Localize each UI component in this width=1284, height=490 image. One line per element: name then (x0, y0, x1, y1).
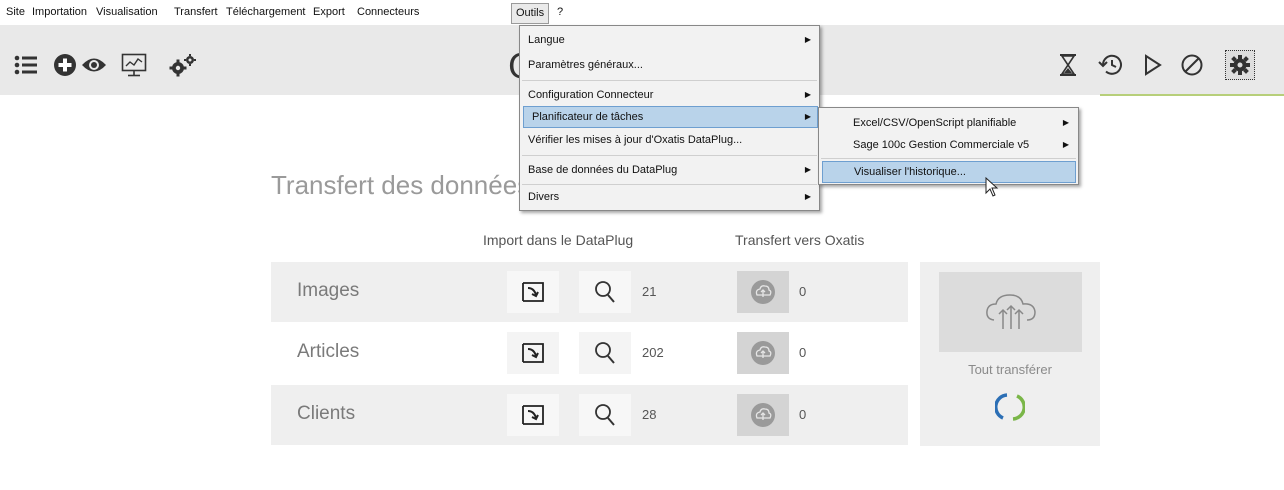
submenu-arrow-icon: ▶ (804, 90, 811, 99)
gears-icon[interactable] (169, 52, 197, 78)
menu-item-excel-csv[interactable]: Excel/CSV/OpenScript planifiable ▶ (847, 112, 1077, 134)
menu-item-configuration-connecteur[interactable]: Configuration Connecteur ▶ (520, 84, 819, 106)
menu-visualisation[interactable]: Visualisation (96, 2, 158, 23)
page-title: Transfert des données (271, 170, 531, 200)
menu-export[interactable]: Export (313, 2, 345, 23)
menu-item-divers[interactable]: Divers ▶ (520, 186, 819, 208)
menu-separator (522, 80, 817, 81)
history-icon[interactable] (1098, 52, 1124, 78)
transfer-count: 0 (799, 284, 807, 299)
row-clients: Clients 28 0 (271, 385, 908, 445)
menu-item-label: Configuration Connecteur (528, 89, 654, 101)
submenu-arrow-icon: ▶ (804, 35, 811, 44)
menu-item-langue[interactable]: Langue ▶ (520, 29, 819, 51)
menu-item-label: Planificateur de tâches (532, 111, 644, 123)
search-button[interactable] (579, 271, 631, 313)
row-images: Images 21 0 (271, 262, 908, 322)
column-header-import: Import dans le DataPlug (483, 232, 634, 248)
menu-item-visualiser-historique[interactable]: Visualiser l'historique... (822, 161, 1076, 183)
list-icon[interactable] (14, 52, 38, 78)
menu-telechargement[interactable]: Téléchargement (226, 2, 306, 23)
upload-cloud-button[interactable] (737, 332, 789, 374)
column-header-transfer: Transfert vers Oxatis (735, 232, 865, 248)
menu-transfert[interactable]: Transfert (174, 2, 218, 23)
menu-item-verifier-mises-a-jour[interactable]: Vérifier les mises à jour d'Oxatis DataP… (520, 129, 819, 151)
menu-help[interactable]: ? (557, 2, 563, 23)
menu-site[interactable]: Site (6, 2, 25, 23)
toolbar-accent-line (1100, 94, 1284, 96)
menu-item-label: Langue (528, 34, 565, 46)
import-button[interactable] (507, 271, 559, 313)
add-circle-icon[interactable] (53, 52, 77, 78)
cancel-icon[interactable] (1180, 52, 1204, 78)
submenu-arrow-icon: ▶ (804, 192, 811, 201)
transfer-count: 0 (799, 345, 807, 360)
import-button[interactable] (507, 394, 559, 436)
eye-icon[interactable] (81, 52, 107, 78)
row-label: Images (297, 280, 360, 301)
menu-connecteurs[interactable]: Connecteurs (357, 2, 419, 23)
mouse-cursor-icon (985, 176, 999, 202)
play-icon[interactable] (1143, 52, 1163, 78)
menu-separator (821, 158, 1076, 159)
upload-cloud-button[interactable] (737, 271, 789, 313)
menu-item-label: Base de données du DataPlug (528, 164, 678, 176)
search-button[interactable] (579, 332, 631, 374)
menu-item-label: Sage 100c Gestion Commerciale v5 (853, 139, 1030, 151)
import-count: 202 (642, 345, 664, 360)
menu-item-label: Vérifier les mises à jour d'Oxatis DataP… (528, 134, 743, 146)
cloud-upload-icon (985, 294, 1036, 329)
row-label: Articles (297, 341, 360, 362)
planificateur-submenu: Excel/CSV/OpenScript planifiable ▶ Sage … (818, 107, 1079, 185)
menu-item-planificateur[interactable]: Planificateur de tâches ▶ (523, 106, 818, 128)
search-button[interactable] (579, 394, 631, 436)
settings-icon[interactable] (1225, 50, 1255, 80)
transfer-all-button[interactable] (939, 272, 1082, 352)
menu-item-sage-100c[interactable]: Sage 100c Gestion Commerciale v5 ▶ (847, 134, 1077, 156)
submenu-arrow-icon: ▶ (804, 112, 811, 121)
menu-item-label: Paramètres généraux... (528, 59, 643, 71)
transfer-all-label: Tout transférer (968, 362, 1052, 377)
import-count: 28 (642, 407, 657, 422)
menu-item-label: Visualiser l'historique... (854, 166, 966, 178)
import-button[interactable] (507, 332, 559, 374)
menu-item-parametres[interactable]: Paramètres généraux... (520, 54, 819, 76)
loading-spinner-icon (994, 391, 1026, 428)
menu-item-base-de-donnees[interactable]: Base de données du DataPlug ▶ (520, 159, 819, 181)
menu-outils[interactable]: Outils (511, 3, 550, 24)
row-articles: Articles 202 0 (271, 323, 908, 383)
menu-importation[interactable]: Importation (32, 2, 87, 23)
outils-menu: Langue ▶ Paramètres généraux... Configur… (519, 25, 820, 211)
transfer-all-panel: Tout transférer (920, 262, 1100, 446)
upload-cloud-button[interactable] (737, 394, 789, 436)
submenu-arrow-icon: ▶ (804, 165, 811, 174)
monitor-chart-icon[interactable] (121, 52, 147, 78)
menu-bar: Site Importation Visualisation Transfert… (0, 0, 1284, 25)
transfer-count: 0 (799, 407, 807, 422)
import-count: 21 (642, 284, 657, 299)
submenu-arrow-icon: ▶ (1062, 140, 1069, 149)
menu-item-label: Excel/CSV/OpenScript planifiable (853, 117, 1017, 129)
row-label: Clients (297, 403, 356, 424)
menu-item-label: Divers (528, 191, 560, 203)
menu-separator (522, 155, 817, 156)
menu-separator (522, 184, 817, 185)
submenu-arrow-icon: ▶ (1062, 118, 1069, 127)
hourglass-icon[interactable] (1058, 52, 1078, 78)
